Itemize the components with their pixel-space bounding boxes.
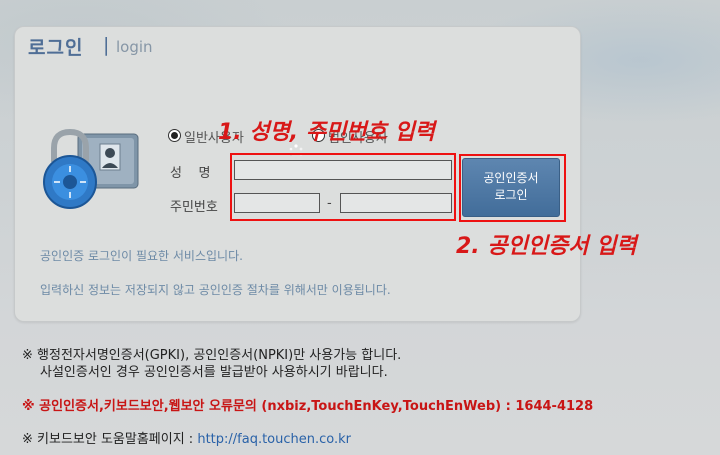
note-keyboard-help: ※ 키보드보안 도움말홈페이지 : http://faq.touchen.co.…	[22, 428, 351, 447]
page-subtitle: login	[116, 38, 153, 56]
highlight-box-cert-button	[459, 154, 566, 222]
annotation-step1: 1. 성명, 주민번호 입력	[218, 120, 435, 145]
info-required-text: 공인인증 로그인이 필요한 서비스입니다.	[40, 249, 243, 263]
note-support-contact: ※ 공인인증서,키보드보안,웹보안 오류문의 (nxbiz,TouchEnKey…	[22, 399, 594, 414]
page-title: 로그인	[28, 37, 84, 59]
keyboard-help-link[interactable]: http://faq.touchen.co.kr	[197, 432, 351, 447]
rrn-label: 주민번호	[170, 200, 218, 215]
padlock-folder-icon	[43, 128, 139, 209]
name-label: 성 명	[170, 166, 211, 181]
note-private-cert: 사설인증서인 경우 공인인증서를 발급받아 사용하시기 바랍니다.	[40, 365, 388, 380]
radio-general-user[interactable]	[168, 129, 181, 142]
note-keyboard-help-label: ※ 키보드보안 도움말홈페이지 :	[22, 432, 198, 447]
title-separator: |	[103, 34, 110, 56]
highlight-box-name-rrn	[230, 153, 456, 221]
info-privacy-text: 입력하신 정보는 저장되지 않고 공인인증 절차를 위해서만 이용됩니다.	[40, 283, 391, 297]
annotation-step2: 2. 공인인증서 입력	[456, 234, 637, 259]
